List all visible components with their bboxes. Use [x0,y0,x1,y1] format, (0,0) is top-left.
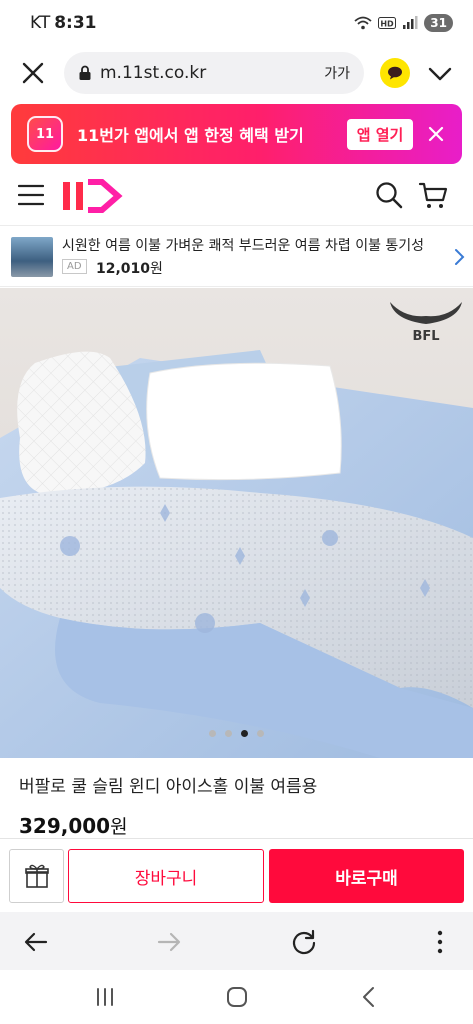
back-icon[interactable] [356,985,382,1009]
carousel-dot[interactable] [225,730,232,737]
kakao-share-button[interactable] [380,58,410,88]
logo-11st[interactable] [60,178,128,214]
close-icon[interactable] [425,123,447,145]
speech-bubble-icon [388,66,402,80]
app-logo-icon: 11 [27,116,63,152]
menu-icon[interactable] [18,183,44,207]
ad-title: 시원한 여름 이불 가벼운 쾌적 부드러운 여름 차렵 이불 통기성 [62,238,425,254]
product-price-value: 329,000 [19,814,111,838]
buy-now-button[interactable]: 바로구매 [269,849,464,903]
banner-message: 11번가 앱에서 앱 한정 혜택 받기 [77,126,304,145]
carrier-label: KT [30,13,51,33]
status-bar: KT 8:31 HD 31 [0,0,473,46]
chevron-right-icon [455,249,465,265]
browser-toolbar [0,912,473,970]
back-arrow-icon[interactable] [22,928,50,956]
forward-arrow-icon[interactable] [155,928,183,956]
wifi-icon [354,16,372,30]
ad-price: 12,010원 [96,258,163,278]
brand-logo: BFL [390,302,462,344]
carousel-dots [0,730,473,737]
recent-apps-icon[interactable] [92,985,118,1009]
lock-icon [79,65,91,80]
open-app-button[interactable]: 앱 열기 [347,119,413,150]
carousel-dot[interactable] [257,730,264,737]
site-header [0,166,473,226]
purchase-bar: 장바구니 바로구매 [0,838,473,912]
carousel-dot[interactable] [209,730,216,737]
url-field[interactable]: m.11st.co.kr 가가 [64,52,364,94]
brand-logo-text: BFL [412,329,439,344]
bed-photo [0,288,473,758]
refresh-icon[interactable] [290,928,318,956]
product-image[interactable]: BFL [0,288,473,758]
chevron-down-icon[interactable] [426,60,454,88]
add-to-cart-button[interactable]: 장바구니 [68,849,264,903]
signal-icon [403,16,418,29]
hd-icon: HD [378,17,397,29]
carousel-dot-active[interactable] [241,730,248,737]
app-promo-banner[interactable]: 11 11번가 앱에서 앱 한정 혜택 받기 앱 열기 [11,104,462,164]
text-size-button[interactable]: 가가 [324,63,350,83]
gift-button[interactable] [9,849,64,903]
clock: 8:31 [54,13,97,33]
svg-text:HD: HD [381,20,395,29]
ad-price-unit: 원 [150,261,163,277]
system-nav-bar [0,970,473,1024]
product-price: 329,000원 [19,812,128,839]
cart-icon[interactable] [418,180,448,210]
product-title: 버팔로 쿨 슬림 윈디 아이스홀 이불 여름용 [19,777,318,797]
address-bar: m.11st.co.kr 가가 [0,46,473,100]
status-icons: HD 31 [354,14,453,32]
gift-icon [24,864,49,888]
battery-badge: 31 [424,14,453,32]
ad-product-row[interactable]: 시원한 여름 이불 가벼운 쾌적 부드러운 여름 차렵 이불 통기성 AD 12… [0,227,473,287]
ad-thumbnail [11,237,53,277]
search-icon[interactable] [374,180,404,210]
close-tab-button[interactable] [18,58,48,88]
ad-price-value: 12,010 [96,261,151,277]
url-text: m.11st.co.kr [100,63,207,83]
more-options-icon[interactable] [426,928,454,956]
product-price-unit: 원 [110,816,128,838]
ad-badge: AD [62,259,87,274]
home-icon[interactable] [224,985,250,1009]
close-icon [22,62,44,84]
